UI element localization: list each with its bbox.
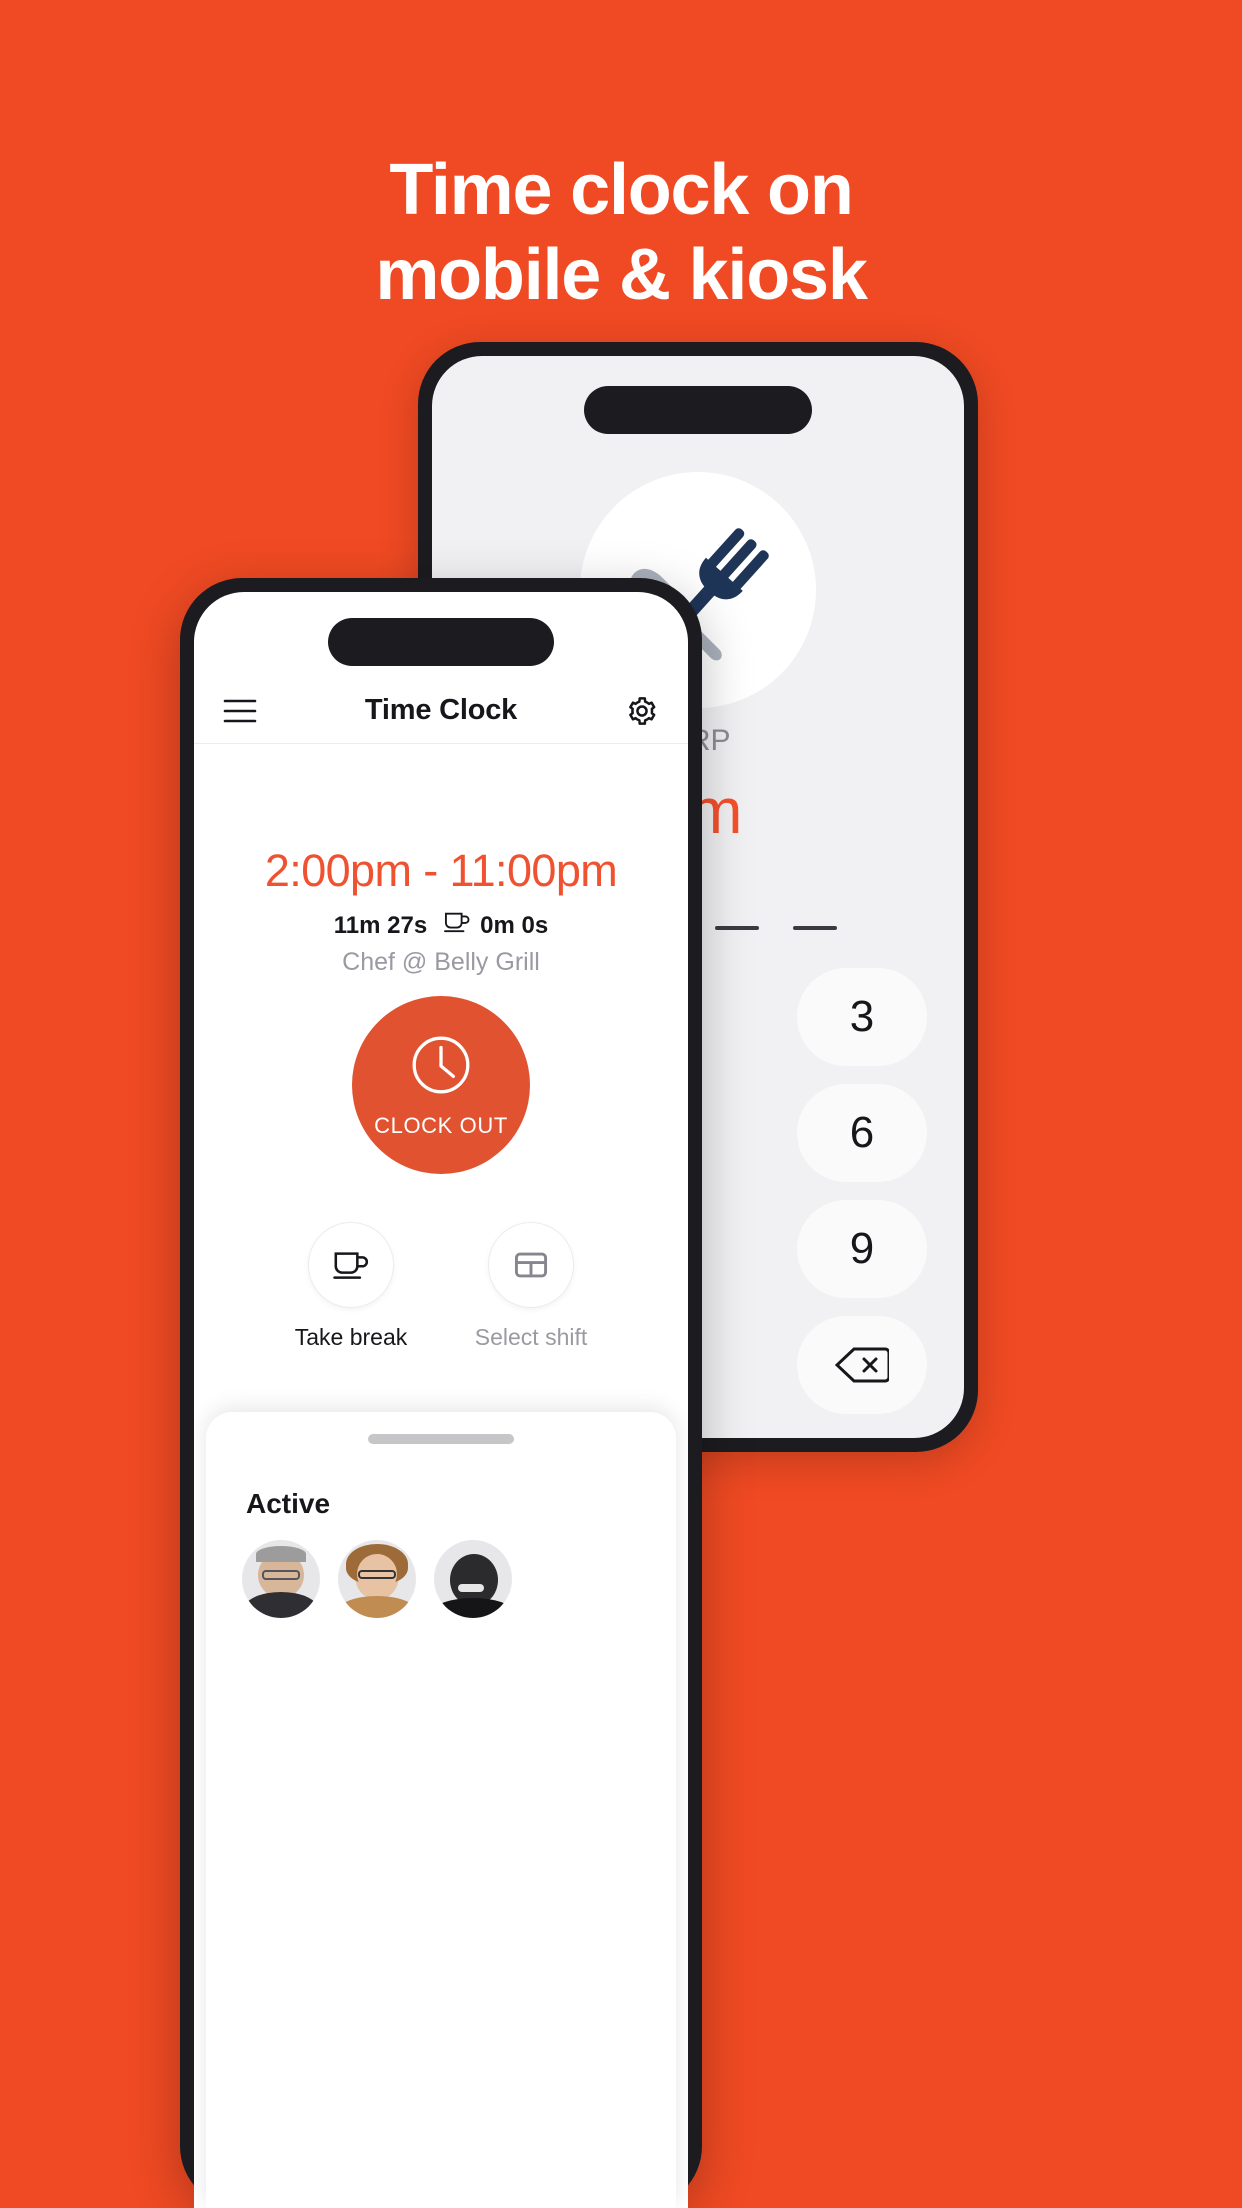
page-title-line-1: Time clock on	[389, 150, 853, 230]
clock-out-label: CLOCK OUT	[374, 1112, 508, 1138]
clock-icon	[408, 1032, 474, 1103]
keypad-key-3[interactable]: 3	[797, 968, 927, 1066]
pin-dash	[715, 926, 759, 930]
active-section-title: Active	[246, 1488, 331, 1519]
avatar[interactable]	[434, 1540, 512, 1618]
worked-time: 11m 27s	[333, 911, 428, 939]
coffee-cup-icon	[308, 1222, 394, 1308]
keypad-key-6[interactable]: 6	[797, 1084, 927, 1182]
calendar-grid-icon	[488, 1222, 574, 1308]
secondary-actions: Take break Select shift	[194, 1222, 688, 1351]
keypad-key-9[interactable]: 9	[797, 1200, 927, 1298]
coffee-cup-icon	[443, 910, 471, 941]
app-bar: Time Clock	[194, 678, 688, 744]
active-avatar-row	[242, 1540, 512, 1618]
clock-out-button[interactable]: CLOCK OUT	[352, 996, 530, 1174]
page-title: Time Clock	[364, 694, 518, 726]
mobile-phone-screen: Time Clock 2:00pm - 11:00pm 11m 27s 0m 0…	[194, 592, 688, 2208]
shift-time-range: 2:00pm - 11:00pm	[264, 845, 618, 896]
dynamic-island	[584, 386, 812, 434]
hamburger-menu-icon[interactable]	[220, 691, 260, 731]
dynamic-island	[328, 618, 554, 666]
role-and-location: Chef @ Belly Grill	[342, 948, 540, 976]
avatar[interactable]	[242, 1540, 320, 1618]
select-shift-button[interactable]: Select shift	[465, 1222, 597, 1351]
break-timer: 0m 0s	[443, 910, 548, 941]
page-title: Time clock on mobile & kiosk	[0, 148, 1242, 318]
active-users-sheet[interactable]: Active	[206, 1412, 676, 2208]
sheet-drag-handle[interactable]	[368, 1434, 514, 1444]
avatar[interactable]	[338, 1540, 416, 1618]
page-title-line-2: mobile & kiosk	[375, 234, 868, 315]
keypad-backspace-icon[interactable]	[797, 1316, 927, 1414]
take-break-button[interactable]: Take break	[285, 1222, 417, 1351]
select-shift-label: Select shift	[474, 1324, 588, 1350]
break-time: 0m 0s	[480, 911, 549, 939]
pin-dash	[793, 926, 837, 930]
gear-icon[interactable]	[622, 691, 662, 731]
take-break-label: Take break	[294, 1324, 408, 1350]
mobile-phone-device: Time Clock 2:00pm - 11:00pm 11m 27s 0m 0…	[180, 578, 702, 2208]
timer-row: 11m 27s 0m 0s	[194, 910, 688, 941]
